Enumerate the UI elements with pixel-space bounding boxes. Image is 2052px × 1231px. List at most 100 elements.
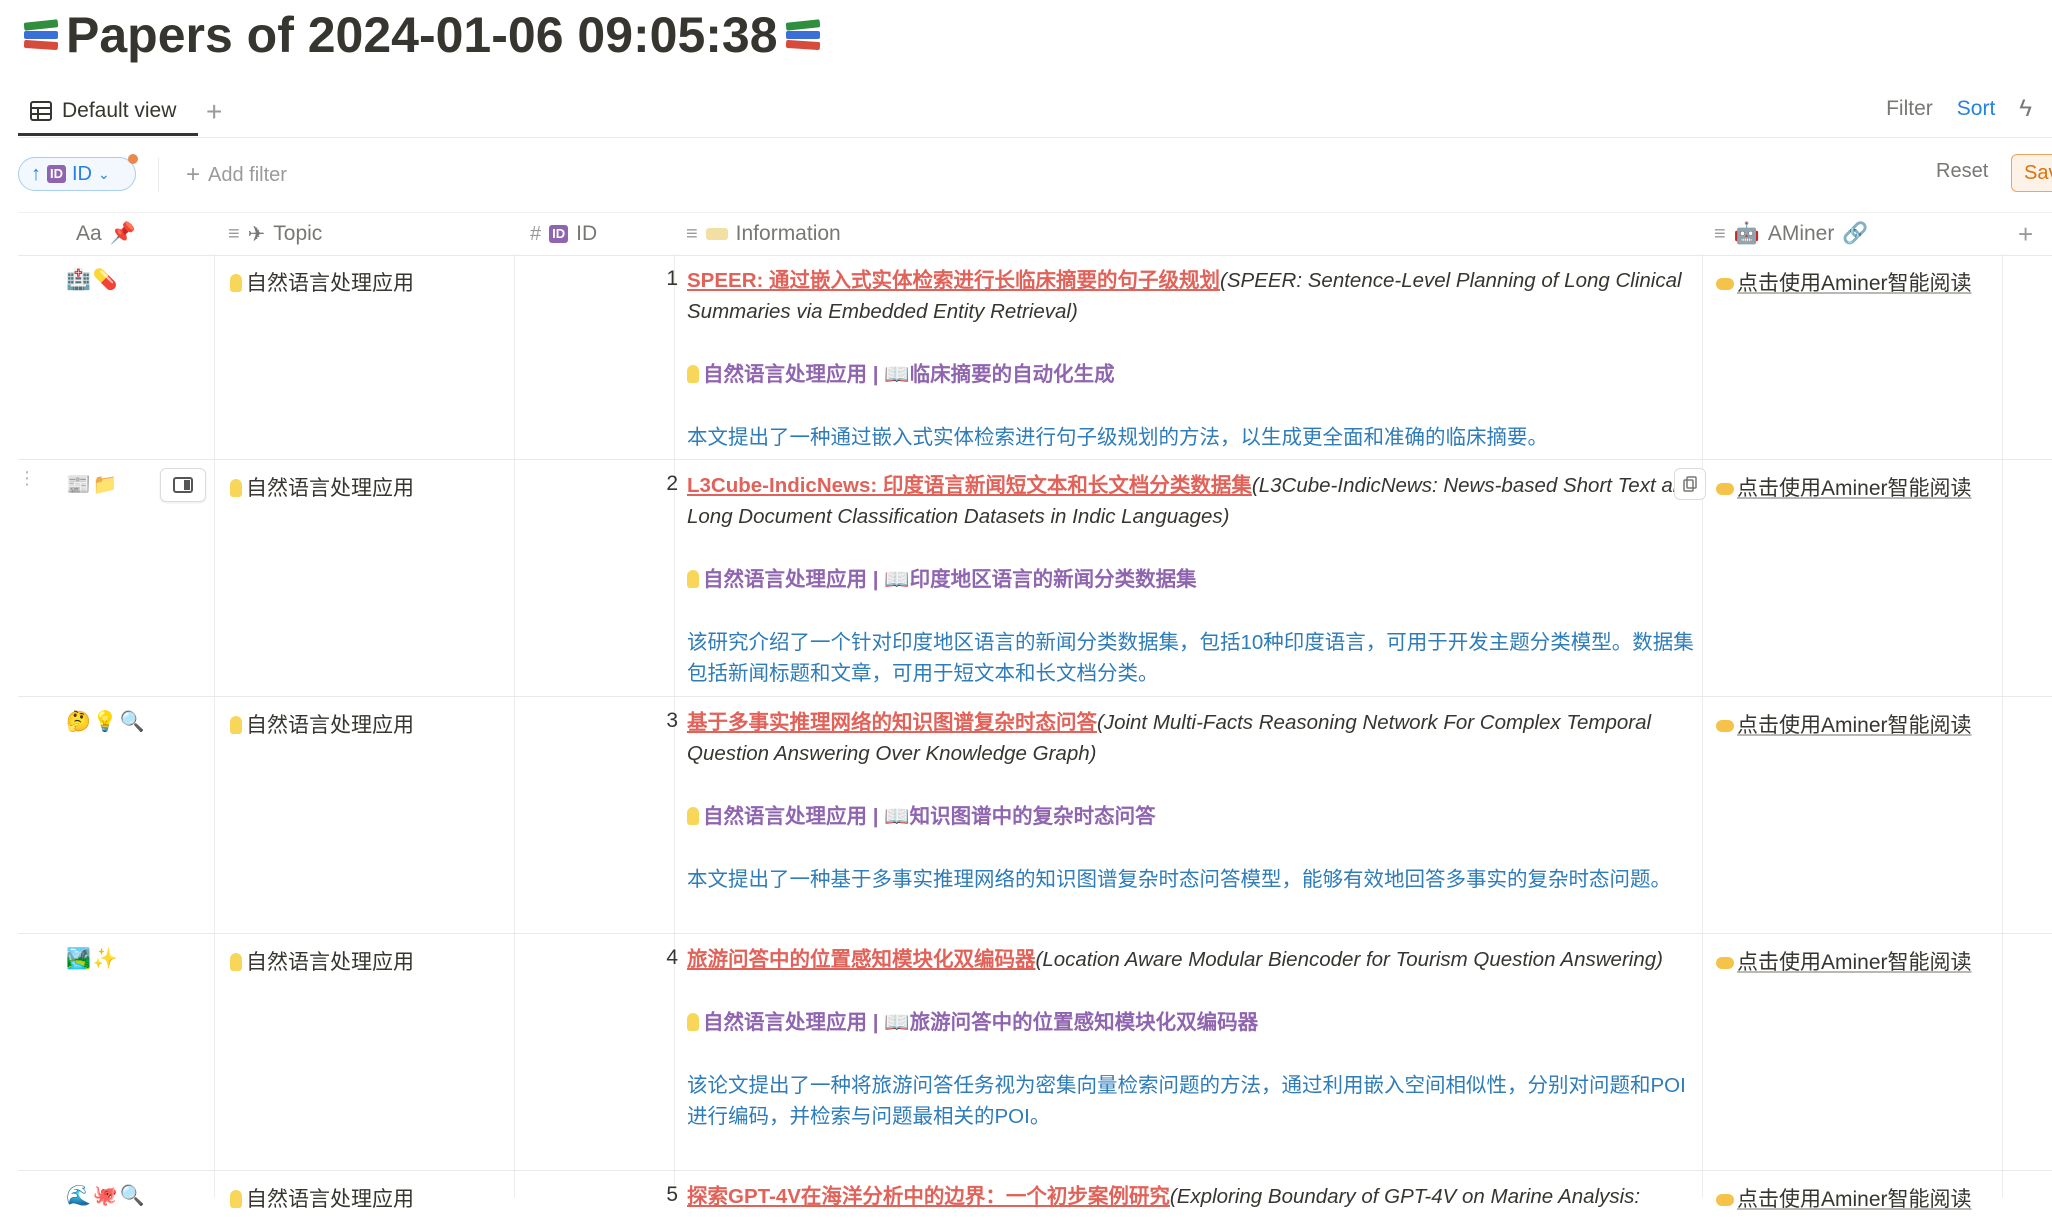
- aminer-cell[interactable]: 点击使用Aminer智能阅读: [1716, 267, 1972, 297]
- column-label: Aa: [76, 222, 102, 245]
- lightbulb-icon: [687, 1013, 699, 1031]
- reset-button[interactable]: Reset: [1936, 160, 1988, 183]
- open-page-button[interactable]: [160, 468, 206, 502]
- id-cell[interactable]: 1: [528, 267, 678, 291]
- paper-title-link[interactable]: 基于多事实推理网络的知识图谱复杂时态问答: [687, 711, 1097, 734]
- information-cell[interactable]: 探索GPT-4V在海洋分析中的边界：一个初步案例研究(Exploring Bou…: [687, 1181, 1705, 1212]
- aminer-cell[interactable]: 点击使用Aminer智能阅读: [1716, 472, 1972, 502]
- hash-icon: #: [530, 222, 542, 245]
- sort-button[interactable]: Sort: [1957, 97, 1996, 121]
- chevron-down-icon: ⌄: [98, 165, 110, 182]
- page-title: Papers of 2024-01-06 09:05:38: [20, 4, 824, 66]
- lightbulb-icon: [230, 1190, 242, 1208]
- column-header-topic[interactable]: ≡ ✈ Topic: [228, 213, 322, 255]
- topic-label: 自然语言处理应用: [246, 951, 414, 974]
- paper-title-en: (Location Aware Modular Biencoder for To…: [1035, 948, 1663, 971]
- topic-cell[interactable]: 自然语言处理应用: [230, 709, 414, 739]
- table-row[interactable]: 🌊🐙🔍 自然语言处理应用 5 探索GPT-4V在海洋分析中的边界：一个初步案例研…: [18, 1171, 2052, 1231]
- pointing-hand-icon: [1716, 1194, 1734, 1206]
- paper-subtopic: 自然语言处理应用 | 📖临床摘要的自动化生成: [703, 363, 1115, 386]
- paper-abstract: 该论文提出了一种将旅游问答任务视为密集向量检索问题的方法，通过利用嵌入空间相似性…: [687, 1074, 1686, 1128]
- sort-chip[interactable]: ↑ ID ID ⌄: [18, 157, 136, 191]
- divider: [18, 137, 2052, 138]
- id-badge-icon: ID: [549, 225, 569, 243]
- divider: [158, 158, 159, 192]
- link-icon: 🔗: [1842, 222, 1869, 245]
- column-header-information[interactable]: ≡ Information: [686, 213, 841, 255]
- pointing-hand-icon: [1716, 957, 1734, 969]
- table-row[interactable]: ⋮ 📰📁 自然语言处理应用 2 L3Cube-IndicNews: 印度语言新闻…: [18, 460, 2052, 697]
- column-label: AMiner: [1767, 222, 1835, 245]
- add-view-icon[interactable]: +: [206, 96, 222, 128]
- airplane-icon: ✈: [247, 222, 266, 246]
- drag-handle-icon[interactable]: ⋮: [18, 469, 36, 487]
- id-cell[interactable]: 4: [528, 946, 678, 970]
- aminer-cell[interactable]: 点击使用Aminer智能阅读: [1716, 709, 1972, 739]
- column-header-aminer[interactable]: ≡ 🤖 AMiner 🔗: [1714, 213, 1869, 255]
- id-cell[interactable]: 2: [528, 472, 678, 496]
- books-icon: [20, 15, 62, 55]
- add-column-icon[interactable]: +: [2018, 213, 2033, 255]
- tab-default-view[interactable]: Default view: [18, 88, 198, 136]
- aminer-cell[interactable]: 点击使用Aminer智能阅读: [1716, 1183, 1972, 1213]
- arrow-up-icon: ↑: [31, 162, 41, 185]
- aminer-link[interactable]: 点击使用Aminer智能阅读: [1737, 1188, 1972, 1211]
- row-emoji: 🏞️✨: [66, 948, 120, 970]
- topic-cell[interactable]: 自然语言处理应用: [230, 946, 414, 976]
- lightbulb-icon: [230, 716, 242, 734]
- paper-abstract: 本文提出了一种通过嵌入式实体检索进行句子级规划的方法，以生成更全面和准确的临床摘…: [687, 426, 1548, 449]
- id-badge-icon: ID: [47, 165, 66, 183]
- topic-cell[interactable]: 自然语言处理应用: [230, 267, 414, 297]
- lightbulb-icon: [687, 807, 699, 825]
- table-icon: [30, 100, 52, 121]
- plus-icon: +: [186, 161, 201, 188]
- row-emoji: 📰📁: [66, 474, 120, 496]
- table-row[interactable]: 🏥💊 自然语言处理应用 1 SPEER: 通过嵌入式实体检索进行长临床摘要的句子…: [18, 255, 2052, 460]
- paper-title-link[interactable]: L3Cube-IndicNews: 印度语言新闻短文本和长文档分类数据集: [687, 474, 1252, 497]
- lightbulb-icon: [230, 274, 242, 292]
- id-cell[interactable]: 5: [528, 1183, 678, 1207]
- aminer-link[interactable]: 点击使用Aminer智能阅读: [1737, 477, 1972, 500]
- copy-button[interactable]: [1674, 468, 1706, 500]
- tab-label: Default view: [62, 98, 177, 122]
- paper-subtopic: 自然语言处理应用 | 📖旅游问答中的位置感知模块化双编码器: [703, 1011, 1259, 1034]
- add-filter-button[interactable]: + Add filter: [186, 160, 287, 190]
- lightbulb-icon: [230, 479, 242, 497]
- aminer-link[interactable]: 点击使用Aminer智能阅读: [1737, 272, 1972, 295]
- side-peek-icon: [173, 477, 193, 493]
- text-lines-icon: ≡: [686, 222, 698, 245]
- id-cell[interactable]: 3: [528, 709, 678, 733]
- topic-label: 自然语言处理应用: [246, 1188, 414, 1211]
- topic-cell[interactable]: 自然语言处理应用: [230, 1183, 414, 1213]
- table-row[interactable]: 🤔💡🔍 自然语言处理应用 3 基于多事实推理网络的知识图谱复杂时态问答(Join…: [18, 697, 2052, 934]
- lightbulb-icon: [230, 953, 242, 971]
- column-label: Topic: [273, 222, 323, 245]
- paper-title-link[interactable]: 旅游问答中的位置感知模块化双编码器: [687, 948, 1036, 971]
- status-dot: [128, 154, 138, 164]
- aminer-link[interactable]: 点击使用Aminer智能阅读: [1737, 951, 1972, 974]
- information-cell[interactable]: 基于多事实推理网络的知识图谱复杂时态问答(Joint Multi-Facts R…: [687, 707, 1705, 895]
- automation-bolt-icon[interactable]: ϟ: [2019, 95, 2032, 123]
- column-label: Information: [735, 222, 841, 245]
- pointing-hand-icon: [1716, 720, 1734, 732]
- copy-icon: [1683, 476, 1697, 492]
- page-title-text: Papers of 2024-01-06 09:05:38: [66, 7, 778, 63]
- topic-cell[interactable]: 自然语言处理应用: [230, 472, 414, 502]
- lightbulb-icon: [687, 365, 699, 383]
- aminer-cell[interactable]: 点击使用Aminer智能阅读: [1716, 946, 1972, 976]
- column-header-name[interactable]: Aa 📌: [76, 213, 136, 255]
- paper-title-link[interactable]: SPEER: 通过嵌入式实体检索进行长临床摘要的句子级规划: [687, 269, 1220, 292]
- information-cell[interactable]: L3Cube-IndicNews: 印度语言新闻短文本和长文档分类数据集(L3C…: [687, 470, 1705, 689]
- information-cell[interactable]: 旅游问答中的位置感知模块化双编码器(Location Aware Modular…: [687, 944, 1705, 1132]
- table-row[interactable]: 🏞️✨ 自然语言处理应用 4 旅游问答中的位置感知模块化双编码器(Locatio…: [18, 934, 2052, 1171]
- filter-button[interactable]: Filter: [1886, 97, 1933, 121]
- row-emoji: 🤔💡🔍: [66, 711, 147, 733]
- robot-icon: 🤖: [1733, 222, 1760, 245]
- information-cell[interactable]: SPEER: 通过嵌入式实体检索进行长临床摘要的句子级规划(SPEER: Sen…: [687, 265, 1705, 453]
- topic-label: 自然语言处理应用: [246, 477, 414, 500]
- save-button[interactable]: Sav: [2011, 154, 2052, 192]
- column-header-id[interactable]: # ID ID: [530, 213, 597, 255]
- aminer-link[interactable]: 点击使用Aminer智能阅读: [1737, 714, 1972, 737]
- paper-title-link[interactable]: 探索GPT-4V在海洋分析中的边界：一个初步案例研究: [687, 1185, 1170, 1208]
- topic-label: 自然语言处理应用: [246, 714, 414, 737]
